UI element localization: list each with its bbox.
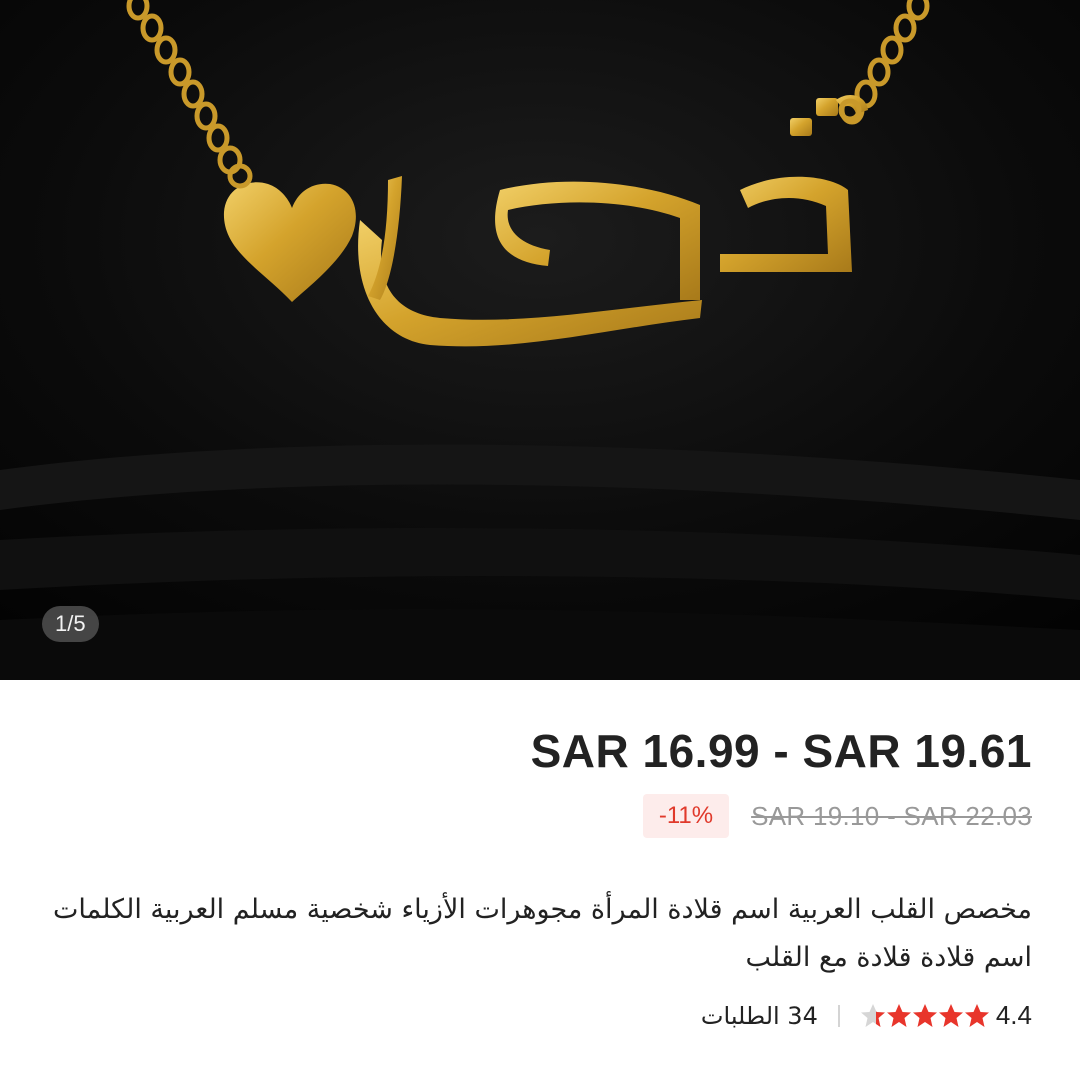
product-image-gallery[interactable]: 1/5 [0,0,1080,680]
star-icon [912,1003,937,1027]
star-icon [938,1003,963,1027]
product-info: SAR 16.99 - SAR 19.61 -11% SAR 19.10 - S… [0,680,1080,1080]
rating-stars [860,1003,992,1029]
star-rating-icon [860,1003,989,1027]
star-icon [964,1003,989,1027]
image-counter: 1/5 [42,606,99,642]
product-image [0,0,1080,680]
original-price: SAR 19.10 - SAR 22.03 [751,800,1032,831]
original-price-row: -11% SAR 19.10 - SAR 22.03 [642,794,1032,838]
rating-row[interactable]: 34 الطلبات 4.4 [701,1000,1032,1031]
orders-count: 34 الطلبات [700,1001,818,1030]
discount-badge: -11% [642,794,730,838]
price-range: SAR 16.99 - SAR 19.61 [530,725,1032,777]
rating-value: 4.4 [995,1000,1032,1030]
product-title[interactable]: مخصص القلب العربية اسم قلادة المرأة مجوه… [42,886,1032,982]
star-icon [886,1003,911,1027]
product-page: 1/5 SAR 16.99 - SAR 19.61 -11% SAR 19.10… [0,0,1080,1080]
divider [837,1004,840,1027]
